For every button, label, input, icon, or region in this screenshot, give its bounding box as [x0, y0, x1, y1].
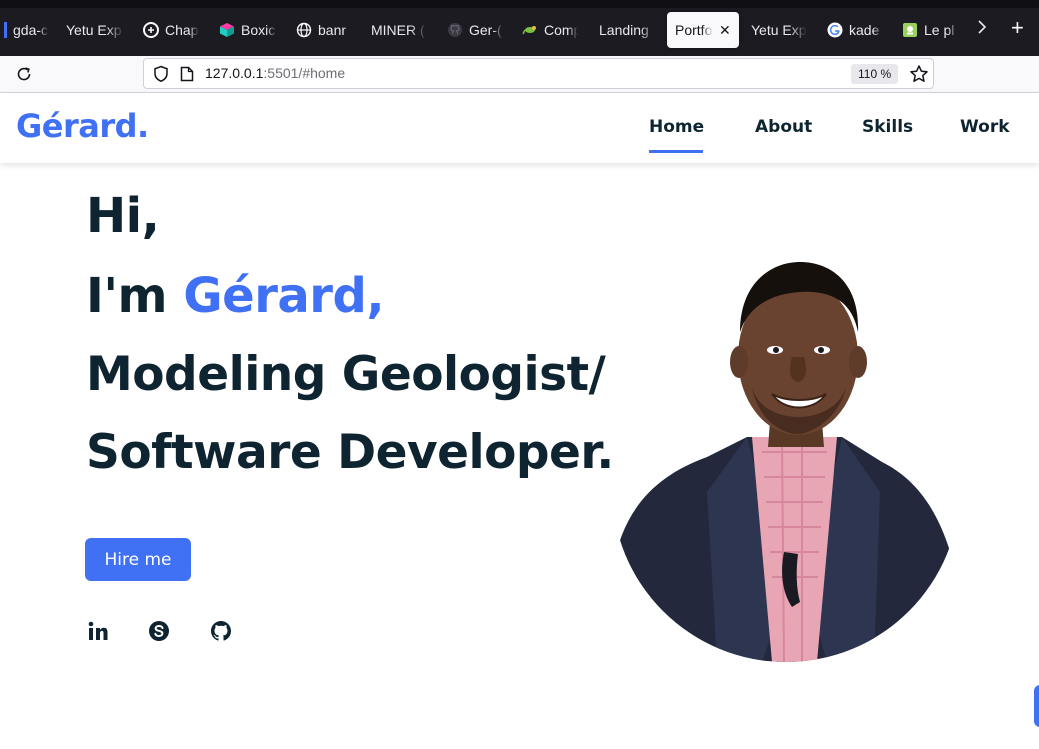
- tab-banner[interactable]: banr: [296, 12, 356, 48]
- page-icon[interactable]: [180, 66, 194, 86]
- github-icon: [447, 22, 463, 38]
- chevron-right-icon[interactable]: [976, 18, 988, 39]
- tab-label: Portfo: [675, 22, 713, 38]
- profile-photo: [612, 262, 960, 662]
- close-icon[interactable]: ✕: [719, 22, 731, 39]
- tab-label: MINER (: [371, 22, 425, 38]
- globe-icon: [296, 22, 312, 38]
- url-host: 127.0.0.1: [205, 65, 264, 81]
- boxicons-icon: [219, 22, 235, 38]
- address-bar[interactable]: 127.0.0.1:5501/#home 110 %: [143, 58, 934, 89]
- tab-label: gda-c: [13, 22, 49, 38]
- tab-github[interactable]: Ger-(: [447, 12, 507, 48]
- site-header: Gérard. Home About Skills Work: [0, 93, 1039, 163]
- tab-label: Comp: [544, 22, 578, 38]
- url-text[interactable]: 127.0.0.1:5501/#home: [205, 65, 345, 81]
- hero-intro: I'm Gérard,: [86, 268, 385, 324]
- browser-toolbar: 127.0.0.1:5501/#home 110 %: [0, 56, 1039, 93]
- site-logo[interactable]: Gérard.: [16, 107, 149, 145]
- chatgpt-icon: [143, 22, 159, 38]
- nav-skills[interactable]: Skills: [862, 117, 913, 137]
- star-icon[interactable]: [909, 64, 929, 88]
- tab-gda[interactable]: gda-c: [4, 12, 52, 48]
- url-path: :5501/#home: [263, 65, 346, 81]
- hire-me-button[interactable]: Hire me: [85, 538, 191, 581]
- new-tab-button[interactable]: +: [1011, 15, 1024, 41]
- tab-label: Chap: [165, 22, 199, 38]
- hero-intro-prefix: I'm: [86, 268, 184, 324]
- tab-yetu[interactable]: Yetu Exp: [66, 12, 126, 48]
- tab-label: Yetu Exp: [751, 22, 807, 38]
- tab-boxicons[interactable]: Boxic: [219, 12, 279, 48]
- nav-home[interactable]: Home: [649, 117, 704, 137]
- tab-label: Ger-(: [469, 22, 502, 38]
- nav-active-indicator: [649, 150, 703, 153]
- tab-label: Yetu Exp: [66, 22, 122, 38]
- tab-miner[interactable]: MINER (: [371, 12, 431, 48]
- linkedin-icon[interactable]: [86, 619, 110, 643]
- github-icon[interactable]: [209, 619, 233, 643]
- page-icon: [902, 22, 918, 38]
- hero-greeting: Hi,: [86, 188, 160, 244]
- tab-landing[interactable]: Landing: [599, 12, 659, 48]
- nav-work[interactable]: Work: [960, 117, 1010, 137]
- hero-role-2: Software Developer.: [86, 425, 614, 480]
- tab-comp[interactable]: Comp: [522, 12, 582, 48]
- google-icon: [827, 22, 843, 38]
- tab-portfolio[interactable]: Portfo ✕: [667, 12, 739, 48]
- shield-icon[interactable]: [152, 65, 170, 87]
- zoom-level-badge[interactable]: 110 %: [851, 64, 899, 84]
- tab-chat[interactable]: Chap: [143, 12, 203, 48]
- floating-side-tab[interactable]: [1034, 685, 1039, 727]
- nav-about[interactable]: About: [755, 117, 812, 137]
- browser-tab-bar: gda-c Yetu Exp Chap Boxic banr MINER ( G…: [0, 0, 1039, 56]
- tab-label: banr: [318, 22, 347, 38]
- tab-label: Landing: [599, 22, 649, 38]
- tab-accent-marker: [4, 22, 7, 38]
- tab-google[interactable]: kade: [827, 12, 887, 48]
- tab-le-pl[interactable]: Le pl: [902, 12, 962, 48]
- tab-label: Le pl: [924, 22, 955, 38]
- hero-name: Gérard,: [183, 268, 385, 324]
- tab-label: Boxic: [241, 22, 276, 38]
- hero-role-1: Modeling Geologist/: [86, 347, 606, 402]
- skype-icon[interactable]: [147, 619, 171, 643]
- tab-yetu-2[interactable]: Yetu Exp: [751, 12, 811, 48]
- lizard-icon: [522, 22, 538, 38]
- tab-label: kade: [849, 22, 880, 38]
- title-strip: [0, 0, 1039, 8]
- reload-icon[interactable]: [12, 62, 36, 86]
